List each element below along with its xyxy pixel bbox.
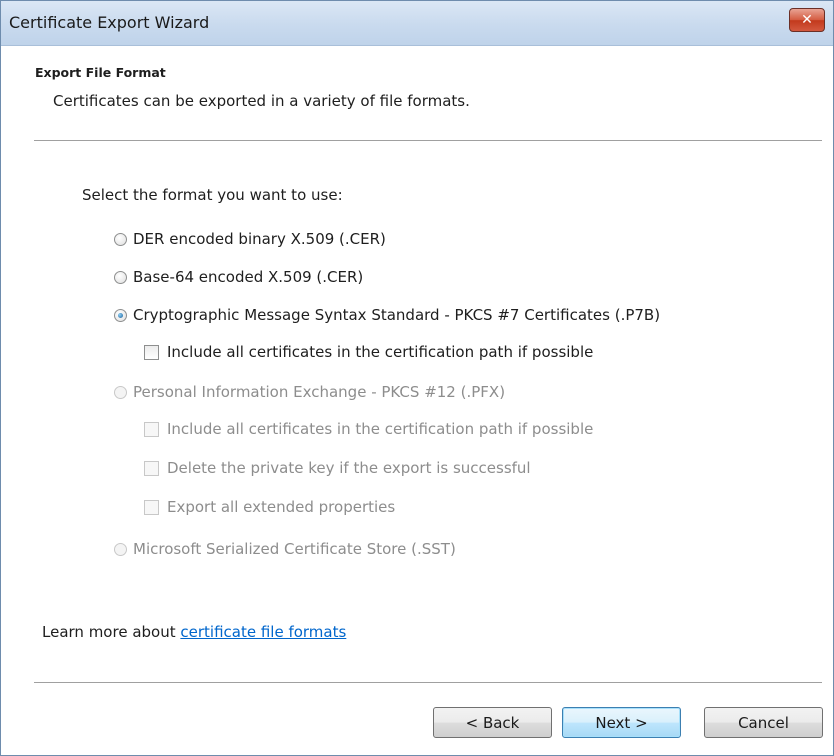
back-button[interactable]: < Back [433,707,552,738]
certificate-file-formats-link[interactable]: certificate file formats [180,623,346,641]
checkbox-label: Export all extended properties [167,498,396,516]
checkbox-label: Include all certificates in the certific… [167,343,594,361]
checkbox-indicator[interactable] [144,421,159,437]
radio-label: Personal Information Exchange - PKCS #12… [133,383,506,401]
checkbox-indicator[interactable] [144,499,159,515]
checkbox-indicator[interactable] [144,460,159,476]
checkbox-indicator[interactable] [144,344,159,360]
radio-base64-cer[interactable]: Base-64 encoded X.509 (.CER) [114,268,363,286]
checkbox-label: Include all certificates in the certific… [167,420,594,438]
radio-label: Microsoft Serialized Certificate Store (… [133,540,456,558]
checkbox-pfx-delete-private-key[interactable]: Delete the private key if the export is … [144,459,531,477]
learn-more-prefix: Learn more about [42,623,181,641]
radio-indicator[interactable] [114,270,127,284]
radio-label: Cryptographic Message Syntax Standard - … [133,306,661,324]
radio-der-cer[interactable]: DER encoded binary X.509 (.CER) [114,230,386,248]
checkbox-pfx-export-extended-properties[interactable]: Export all extended properties [144,498,395,516]
radio-indicator[interactable] [114,542,127,556]
footer-separator [34,682,822,684]
page-description: Certificates can be exported in a variet… [53,92,470,110]
radio-label: DER encoded binary X.509 (.CER) [133,230,386,248]
radio-label: Base-64 encoded X.509 (.CER) [133,268,364,286]
checkbox-label: Delete the private key if the export is … [167,459,531,477]
radio-pkcs7-p7b[interactable]: Cryptographic Message Syntax Standard - … [114,306,660,324]
certificate-export-wizard-window: Certificate Export Wizard ✕ Export File … [0,0,834,756]
checkbox-pfx-include-all-certs[interactable]: Include all certificates in the certific… [144,420,593,438]
format-prompt: Select the format you want to use: [82,186,343,204]
close-button[interactable]: ✕ [789,8,825,32]
title-bar[interactable]: Certificate Export Wizard ✕ [1,1,833,46]
window-title: Certificate Export Wizard [9,13,210,32]
radio-serialized-store-sst[interactable]: Microsoft Serialized Certificate Store (… [114,540,456,558]
close-icon: ✕ [801,12,813,28]
radio-indicator-selected[interactable] [114,308,127,322]
radio-indicator[interactable] [114,385,127,399]
page-heading: Export File Format [35,65,166,80]
next-button[interactable]: Next > [562,707,681,738]
cancel-button[interactable]: Cancel [704,707,823,738]
header-separator [34,140,822,142]
radio-pkcs12-pfx[interactable]: Personal Information Exchange - PKCS #12… [114,383,505,401]
learn-more-text: Learn more about certificate file format… [42,623,346,641]
radio-indicator[interactable] [114,232,127,246]
checkbox-p7b-include-all-certs[interactable]: Include all certificates in the certific… [144,343,593,361]
